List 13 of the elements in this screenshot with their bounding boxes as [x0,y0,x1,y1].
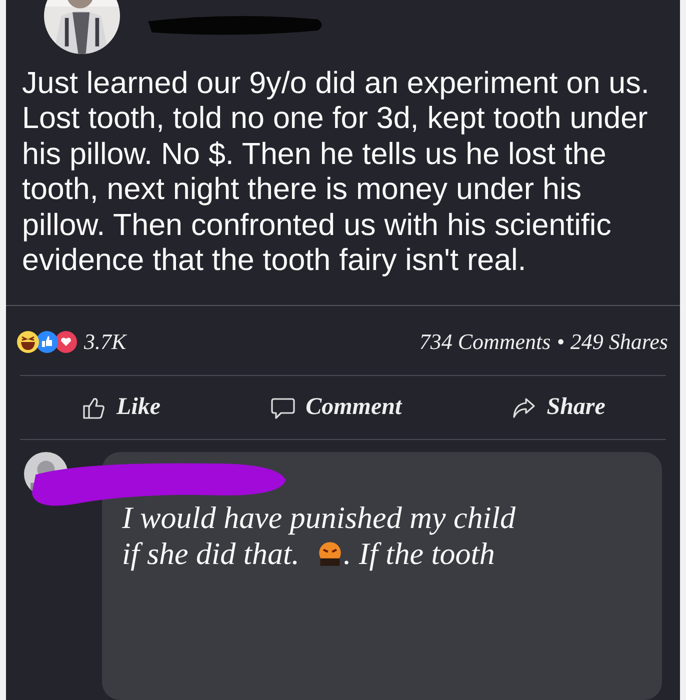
angry-face-icon [317,541,344,567]
comment-text: . If the tooth [343,536,495,572]
like-button[interactable]: Like [72,390,169,426]
comment-button[interactable]: Comment [262,390,410,426]
post-text: Just learned our 9y/o did an experiment on us. Lost tooth, told no one for 3d, kept tooth under his pillow. No $. Then he tells us he lost the tooth, next night there is money under his pillow. Then confronted us with his scientific evidence that the tooth fairy isn't real. [22,66,650,280]
reaction-count[interactable]: 3.7K [84,329,126,356]
comment-count[interactable]: 734 Comments [419,329,551,356]
reaction-icons [16,330,78,354]
share-button[interactable]: Share [502,390,614,426]
comment-text: I would have punished my child [122,500,516,536]
separator-dot: • [556,329,564,356]
share-count[interactable]: 249 Shares [570,329,668,356]
comment-text: if she did that. [122,536,300,572]
